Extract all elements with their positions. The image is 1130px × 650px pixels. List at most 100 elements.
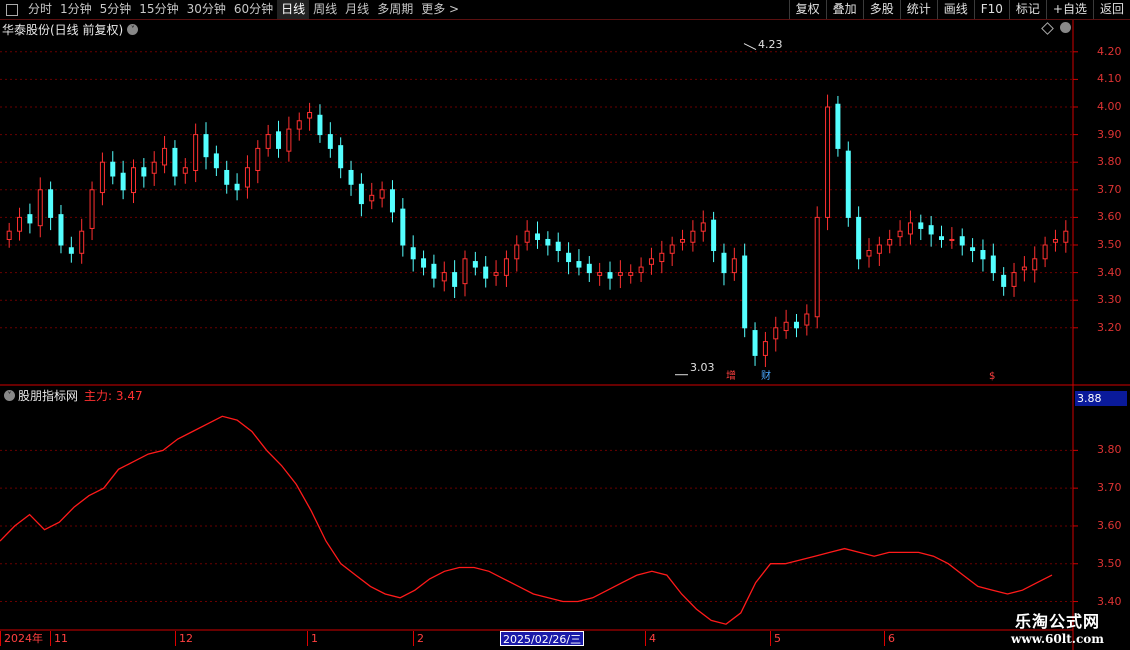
- date-label: 6: [884, 631, 895, 646]
- candle-body: [814, 216, 820, 318]
- candle-body: [68, 247, 74, 254]
- candle-body: [773, 327, 779, 340]
- candle-body: [348, 169, 354, 185]
- candle-body: [731, 258, 737, 274]
- indicator-line: [0, 415, 1053, 625]
- candle-body: [939, 236, 945, 240]
- candle-body: [970, 247, 976, 252]
- date-label: 12: [175, 631, 193, 646]
- high-marker-line: [743, 43, 757, 50]
- chevron-down-icon[interactable]: ˅: [4, 389, 15, 401]
- candle-body: [680, 238, 686, 243]
- price-tick-label: 3.20: [1097, 320, 1122, 334]
- price-tick-label: 4.00: [1097, 100, 1122, 113]
- candle-body: [638, 266, 644, 274]
- date-label: 1: [307, 631, 318, 646]
- candle-body: [980, 250, 986, 260]
- price-tick-label: 3.80: [1097, 155, 1122, 169]
- candle-body: [669, 244, 675, 254]
- candle-body: [566, 252, 572, 263]
- candle-body: [586, 263, 592, 274]
- candle-body: [535, 233, 540, 240]
- price-tick-label: 4.20: [1097, 44, 1122, 58]
- event-marker[interactable]: 增: [725, 371, 737, 383]
- candle-body: [327, 134, 333, 149]
- event-marker[interactable]: 财: [760, 371, 772, 383]
- candle-body: [835, 103, 841, 149]
- candle-body: [48, 189, 54, 218]
- candle-body: [897, 230, 903, 238]
- price-tick-label: 3.60: [1097, 210, 1122, 224]
- candle-body: [907, 222, 913, 235]
- watermark: 乐淘公式网 www.60lt.com: [1011, 608, 1104, 646]
- candle-body: [555, 241, 561, 252]
- candle-body: [1001, 274, 1007, 287]
- price-tick-label: 3.90: [1097, 127, 1122, 141]
- candle-body: [441, 272, 447, 282]
- date-cursor-label: 2025/02/26/三: [500, 631, 585, 646]
- candle-body: [762, 341, 768, 356]
- watermark-url: www.60lt.com: [1011, 632, 1104, 646]
- candle-body: [628, 272, 634, 276]
- candle-body: [493, 272, 499, 276]
- candle-body: [338, 145, 344, 169]
- candle-body: [648, 258, 654, 265]
- candle-body: [421, 258, 427, 268]
- candle-body: [1063, 230, 1069, 243]
- price-tick-label: 3.70: [1097, 182, 1122, 196]
- candle-body: [27, 214, 33, 224]
- candle-body: [286, 128, 292, 152]
- candle-body: [182, 167, 188, 174]
- candle-body: [58, 214, 64, 246]
- candle-body: [6, 230, 12, 240]
- high-annotation: 4.23: [758, 38, 783, 51]
- candle-body: [213, 153, 219, 169]
- candle-body: [400, 208, 406, 246]
- candle-body: [79, 230, 85, 254]
- date-label: 2024年: [0, 631, 43, 646]
- candle-body: [742, 255, 748, 329]
- candle-body: [700, 222, 706, 232]
- candle-body: [358, 183, 364, 205]
- candle-body: [37, 189, 43, 227]
- candle-body: [825, 106, 831, 218]
- candle-body: [659, 252, 665, 263]
- candle-body: [752, 330, 758, 356]
- candle-body: [462, 258, 468, 285]
- indicator-tick-label: 3.70: [1097, 481, 1122, 495]
- candle-body: [545, 238, 551, 246]
- candle-body: [141, 167, 147, 177]
- candle-body: [379, 189, 385, 199]
- watermark-title: 乐淘公式网: [1015, 612, 1101, 631]
- date-label: 4: [645, 631, 656, 646]
- event-marker[interactable]: $: [988, 371, 996, 383]
- candle-body: [711, 219, 717, 252]
- candle-body: [172, 147, 178, 177]
- kline-chart[interactable]: [0, 0, 1130, 650]
- date-axis: 2024年 11 12 1 2 2025/02/26/三 4 5 6: [0, 631, 1073, 646]
- candle-body: [1042, 244, 1048, 260]
- candle-body: [130, 167, 136, 194]
- candle-body: [1021, 266, 1027, 271]
- candle-body: [607, 272, 613, 279]
- candle-body: [244, 167, 250, 188]
- candle-body: [472, 261, 478, 268]
- price-tick-label: 4.10: [1097, 72, 1122, 86]
- indicator-current-value: 3.88: [1075, 391, 1127, 406]
- candle-body: [1032, 258, 1038, 271]
- candle-body: [576, 261, 582, 268]
- candle-body: [234, 183, 240, 191]
- date-label: 11: [50, 631, 68, 646]
- indicator-tick-label: 3.60: [1097, 518, 1122, 532]
- indicator-main-value: 主力: 3.47: [84, 388, 143, 403]
- date-label: 5: [770, 631, 781, 646]
- candle-body: [452, 272, 458, 287]
- candle-body: [255, 147, 261, 171]
- price-tick-label: 3.30: [1097, 293, 1122, 307]
- candle-body: [721, 252, 727, 274]
- indicator-name: 股朋指标网: [18, 388, 79, 403]
- candle-body: [389, 189, 395, 213]
- price-tick-label: 3.50: [1097, 238, 1122, 251]
- candle-body: [690, 230, 696, 243]
- candle-body: [99, 161, 105, 194]
